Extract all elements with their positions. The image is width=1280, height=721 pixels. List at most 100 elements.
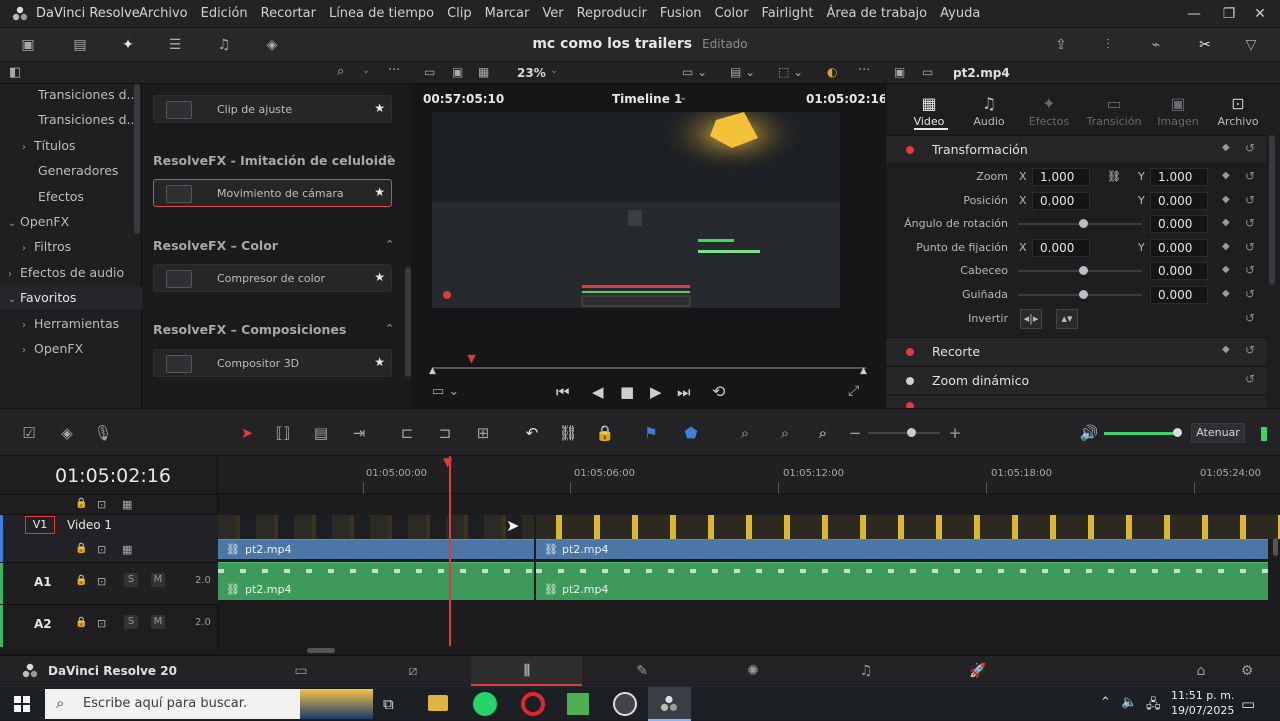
menu-archivo[interactable]: Archivo <box>139 6 188 21</box>
flag-icon[interactable]: ⚑ <box>640 423 662 443</box>
favorite-star-icon[interactable]: ★ <box>374 270 385 284</box>
replace-clip-icon[interactable]: ⊞ <box>472 423 494 443</box>
keyframe-icon[interactable]: ◆ <box>1222 264 1230 275</box>
reset-icon[interactable]: ↺ <box>1245 343 1255 357</box>
tray-chevron-up-icon[interactable]: ⌃ <box>1100 695 1111 710</box>
keyframe-icon[interactable]: ◆ <box>1222 344 1230 355</box>
menu-color[interactable]: Color <box>715 6 749 21</box>
reset-icon[interactable]: ↺ <box>1245 216 1255 230</box>
keyframe-icon[interactable]: ◆ <box>1222 217 1230 228</box>
audio-clip-1[interactable]: ⛓ pt2.mp4 <box>218 562 534 600</box>
auto-select-icon[interactable]: ⊡ <box>97 617 106 630</box>
yaw-slider-knob[interactable] <box>1079 290 1088 299</box>
pitch-slider-knob[interactable] <box>1079 266 1088 275</box>
pos-y-field[interactable]: 0.000 <box>1150 192 1208 210</box>
collapse-up-icon[interactable]: ⌃ <box>385 322 394 335</box>
inspector-layout-icon[interactable]: ▭ <box>922 65 933 79</box>
timeline-playhead[interactable] <box>449 456 451 646</box>
keyframe-icon[interactable]: ◆ <box>1222 142 1230 153</box>
section-transformacion[interactable]: Transformación ◆ ↺ <box>886 135 1266 163</box>
fx-card-movimiento-camara[interactable]: Movimiento de cámara ★ <box>153 179 392 207</box>
fullscreen-icon[interactable]: ⤢ <box>848 383 859 399</box>
menu-ayuda[interactable]: Ayuda <box>940 6 980 21</box>
menu-linea-tiempo[interactable]: Línea de tiempo <box>329 6 434 21</box>
tree-caret-icon[interactable]: › <box>22 315 34 335</box>
reset-icon[interactable]: ↺ <box>1245 311 1255 325</box>
timeline-area[interactable]: 01:05:00:00 01:05:06:00 01:05:12:00 01:0… <box>218 456 1280 654</box>
rotation-field[interactable]: 0.000 <box>1150 215 1208 233</box>
page-deliver-icon[interactable]: 🚀 <box>963 663 993 679</box>
rotation-slider-knob[interactable] <box>1079 219 1088 228</box>
mixer-icon[interactable]: ⫶ <box>1099 37 1117 53</box>
minecraft-icon[interactable] <box>567 693 589 715</box>
settings-gear-icon[interactable]: ⚙ <box>1232 663 1262 679</box>
dynamic-trim-icon[interactable]: ▤ <box>310 423 332 443</box>
auto-select-icon[interactable]: ⊡ <box>97 575 106 588</box>
tree-item[interactable]: ⌄ OpenFX <box>0 211 134 233</box>
menu-fairlight[interactable]: Fairlight <box>761 6 813 21</box>
video-clip-1[interactable]: ⛓ pt2.mp4 <box>218 539 534 559</box>
attenuate-button[interactable]: Atenuar <box>1191 423 1245 443</box>
mic-icon[interactable]: 🎙 <box>92 423 114 443</box>
inspector-view-icon[interactable]: ▣ <box>894 65 905 79</box>
tree-caret-icon[interactable]: ⌄ <box>8 289 20 309</box>
close-icon[interactable]: ✕ <box>1252 6 1268 22</box>
auto-select-icon[interactable]: ⊡ <box>97 498 106 511</box>
zoom-chevron-icon[interactable]: ⌄ <box>550 65 558 76</box>
playhead-handle[interactable]: ▼ <box>443 456 457 468</box>
taskbar-date[interactable]: 19/07/2025 <box>1171 704 1234 717</box>
lock-icon[interactable]: 🔒 <box>75 498 87 509</box>
menu-marcar[interactable]: Marcar <box>485 6 530 21</box>
viewer-more-icon[interactable]: ··· <box>858 63 870 78</box>
yaw-field[interactable]: 0.000 <box>1150 286 1208 304</box>
collapse-up-icon[interactable]: ⌃ <box>385 153 394 166</box>
mute-button[interactable]: M <box>151 573 165 587</box>
play-reverse-icon[interactable]: ◀ <box>592 383 604 401</box>
more-options-icon[interactable]: ··· <box>388 63 400 78</box>
whatsapp-icon[interactable] <box>473 692 497 716</box>
lock-icon[interactable]: 🔒 <box>75 617 87 628</box>
timeline-chevron-icon[interactable]: ⌄ <box>679 92 687 103</box>
flip-vertical-icon[interactable]: ▴▾ <box>1056 309 1078 329</box>
timeline-view-icon[interactable]: ☑ <box>18 423 40 443</box>
viewer-layout3-icon[interactable]: ▦ <box>478 65 489 79</box>
tab-efectos[interactable]: ✦ Efectos <box>1021 94 1077 128</box>
tree-caret-icon[interactable]: ⌄ <box>8 213 20 233</box>
position-lock-icon[interactable]: 🔒 <box>594 423 616 443</box>
fx-header-composiciones[interactable]: ResolveFX – Composiciones ⌃ <box>153 322 394 337</box>
reset-icon[interactable]: ↺ <box>1245 193 1255 207</box>
menu-ver[interactable]: Ver <box>542 6 563 21</box>
pitch-field[interactable]: 0.000 <box>1150 262 1208 280</box>
fx-card-clip-ajuste[interactable]: Clip de ajuste ★ <box>153 95 392 123</box>
zoom-in-icon[interactable]: + <box>944 423 966 443</box>
fx-scrollbar[interactable] <box>405 267 411 377</box>
reset-icon[interactable]: ↺ <box>1245 287 1255 301</box>
home-icon[interactable]: ⌂ <box>1186 663 1216 679</box>
menu-fusion[interactable]: Fusion <box>660 6 702 21</box>
timeline-v-scrollbar[interactable] <box>1273 538 1278 556</box>
track-disable-icon[interactable]: ▦ <box>122 498 132 511</box>
section-partial[interactable] <box>886 395 1266 410</box>
a1-badge[interactable]: A1 <box>34 575 52 589</box>
page-color-icon[interactable]: ✺ <box>738 663 768 679</box>
zoom-y-field[interactable]: 1.000 <box>1150 168 1208 186</box>
reset-icon[interactable]: ↺ <box>1245 240 1255 254</box>
link-icon[interactable]: ⛓ <box>1107 170 1121 183</box>
zoom-slider-track[interactable] <box>868 432 940 434</box>
section-zoom-dinamico[interactable]: Zoom dinámico ↺ <box>886 366 1266 394</box>
minimize-icon[interactable]: — <box>1186 6 1202 22</box>
restore-icon[interactable]: ❐ <box>1221 6 1237 22</box>
menu-edicion[interactable]: Edición <box>201 6 248 21</box>
menu-recortar[interactable]: Recortar <box>261 6 316 21</box>
timeline-h-scrollbar[interactable] <box>307 648 335 653</box>
tab-archivo[interactable]: ⊡ Archivo <box>1210 94 1266 128</box>
overwrite-clip-icon[interactable]: ⊐ <box>434 423 456 443</box>
timeline-selector[interactable]: Timeline 1 <box>612 92 682 106</box>
play-icon[interactable]: ▶ <box>650 383 662 401</box>
v1-track-name[interactable]: Video 1 <box>67 518 112 532</box>
fx-header-color[interactable]: ResolveFX – Color ⌃ <box>153 238 394 253</box>
inspector-tools-icon[interactable]: ✂ <box>1196 37 1214 53</box>
scrubber-track[interactable] <box>432 367 866 369</box>
enable-toggle[interactable] <box>906 377 914 385</box>
timeline-ruler[interactable]: 01:05:00:00 01:05:06:00 01:05:12:00 01:0… <box>218 456 1280 494</box>
